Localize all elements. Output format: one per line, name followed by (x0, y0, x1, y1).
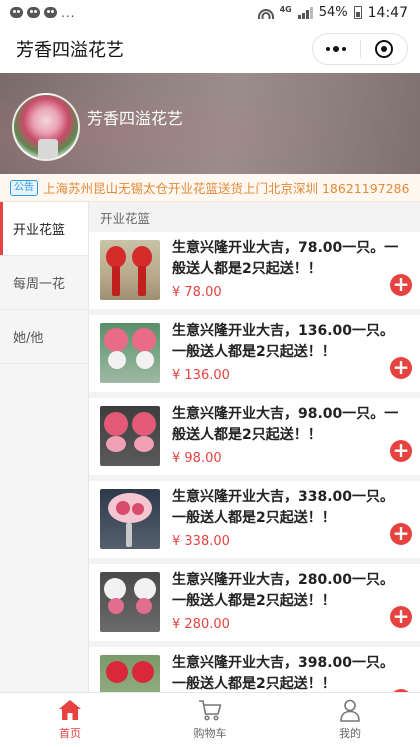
notice-bar[interactable]: 公告 上海苏州昆山无锡太仓开业花篮送货上门北京深圳 18621197286 (0, 174, 420, 202)
tab-home[interactable]: 首页 (0, 693, 140, 747)
shop-avatar (12, 93, 80, 161)
product-image (100, 323, 160, 383)
product-name: 生意兴隆开业大吉，280.00一只。一般送人都是2只起送！！ (172, 572, 395, 609)
category-item-her-him[interactable]: 她/他 (0, 310, 88, 364)
add-to-cart-button[interactable]: + (390, 606, 412, 628)
signal-icon (297, 6, 313, 19)
status-left: ... (10, 6, 75, 20)
status-bar: ... 4G 54% 14:47 (0, 0, 420, 25)
more-notifications: ... (61, 5, 76, 20)
status-right: 4G 54% 14:47 (257, 4, 408, 21)
target-icon (374, 40, 393, 58)
wechat-notification-icon (10, 7, 23, 18)
product-image (100, 655, 160, 692)
shop-banner: 芳香四溢花艺 (0, 73, 420, 174)
product-info: 生意兴隆开业大吉，136.00一只。一般送人都是2只起送！！ ¥ 136.00 (172, 323, 410, 392)
tab-label: 购物车 (193, 727, 227, 740)
wifi-icon (257, 7, 274, 19)
product-price: ¥ 338.00 (172, 534, 230, 549)
add-to-cart-button[interactable]: + (390, 357, 412, 379)
product-item[interactable]: 生意兴隆开业大吉，398.00一只。一般送人都是2只起送！！ + (89, 647, 420, 692)
notice-text: 上海苏州昆山无锡太仓开业花篮送货上门北京深圳 18621197286 (43, 181, 410, 196)
product-name: 生意兴隆开业大吉，338.00一只。一般送人都是2只起送！！ (172, 489, 395, 526)
page-title: 芳香四溢花艺 (16, 40, 124, 61)
product-info: 生意兴隆开业大吉，398.00一只。一般送人都是2只起送！！ (172, 655, 410, 692)
product-name: 生意兴隆开业大吉，398.00一只。一般送人都是2只起送！！ (172, 655, 395, 692)
product-price: ¥ 98.00 (172, 451, 222, 466)
product-image (100, 489, 160, 549)
add-to-cart-button[interactable]: + (390, 274, 412, 296)
wechat-notification-icon (44, 7, 57, 18)
product-name: 生意兴隆开业大吉，98.00一只。一般送人都是2只起送！！ (172, 406, 399, 443)
product-info: 生意兴隆开业大吉，98.00一只。一般送人都是2只起送！！ ¥ 98.00 (172, 406, 410, 475)
category-label: 她/他 (13, 331, 44, 346)
product-image (100, 406, 160, 466)
product-list: 开业花篮 生意兴隆开业大吉，78.00一只。一般送人都是2只起送！！ ¥ 78.… (89, 202, 420, 692)
tab-mine[interactable]: 我的 (280, 693, 420, 747)
cart-icon (197, 698, 223, 722)
product-price: ¥ 136.00 (172, 368, 230, 383)
section-title: 开业花篮 (89, 202, 420, 232)
category-item-opening-baskets[interactable]: 开业花篮 (0, 202, 88, 256)
product-item[interactable]: 生意兴隆开业大吉，136.00一只。一般送人都是2只起送！！ ¥ 136.00 … (89, 315, 420, 392)
tab-label: 我的 (339, 727, 361, 740)
content-area: 开业花篮 每周一花 她/他 开业花篮 生意兴隆开业大吉，78.00一只。一般送人… (0, 202, 420, 692)
category-sidebar: 开业花篮 每周一花 她/他 (0, 202, 89, 692)
shop-name: 芳香四溢花艺 (87, 109, 184, 128)
tab-cart[interactable]: 购物车 (140, 693, 280, 747)
product-name: 生意兴隆开业大吉，78.00一只。一般送人都是2只起送！！ (172, 240, 399, 277)
product-info: 生意兴隆开业大吉，338.00一只。一般送人都是2只起送！！ ¥ 338.00 (172, 489, 410, 558)
category-label: 每周一花 (13, 277, 66, 292)
category-item-weekly-flower[interactable]: 每周一花 (0, 256, 88, 310)
wechat-notification-icon (27, 7, 40, 18)
home-icon (57, 698, 83, 722)
tab-label: 首页 (59, 727, 81, 740)
product-price: ¥ 78.00 (172, 285, 222, 300)
battery-icon (353, 6, 362, 19)
product-info: 生意兴隆开业大吉，78.00一只。一般送人都是2只起送！！ ¥ 78.00 (172, 240, 410, 309)
product-item[interactable]: 生意兴隆开业大吉，280.00一只。一般送人都是2只起送！！ ¥ 280.00 … (89, 564, 420, 641)
add-to-cart-button[interactable]: + (390, 523, 412, 545)
product-item[interactable]: 生意兴隆开业大吉，98.00一只。一般送人都是2只起送！！ ¥ 98.00 + (89, 398, 420, 475)
product-image (100, 240, 160, 300)
product-price: ¥ 280.00 (172, 617, 230, 632)
more-dots-icon (326, 46, 347, 52)
network-type: 4G (279, 5, 292, 14)
category-label: 开业花篮 (13, 223, 66, 238)
tab-bar: 首页 购物车 我的 (0, 692, 420, 747)
product-name: 生意兴隆开业大吉，136.00一只。一般送人都是2只起送！！ (172, 323, 395, 360)
product-info: 生意兴隆开业大吉，280.00一只。一般送人都是2只起送！！ ¥ 280.00 (172, 572, 410, 641)
battery-level: 54% (318, 5, 348, 20)
user-icon (337, 698, 363, 722)
clock: 14:47 (367, 4, 408, 21)
product-item[interactable]: 生意兴隆开业大吉，78.00一只。一般送人都是2只起送！！ ¥ 78.00 + (89, 232, 420, 309)
miniprogram-capsule (312, 33, 408, 65)
product-item[interactable]: 生意兴隆开业大吉，338.00一只。一般送人都是2只起送！！ ¥ 338.00 … (89, 481, 420, 558)
more-button[interactable] (313, 34, 360, 64)
add-to-cart-button[interactable]: + (390, 440, 412, 462)
notice-badge: 公告 (10, 179, 38, 196)
close-miniprogram-button[interactable] (361, 34, 408, 64)
nav-bar: 芳香四溢花艺 (0, 25, 420, 73)
product-image (100, 572, 160, 632)
